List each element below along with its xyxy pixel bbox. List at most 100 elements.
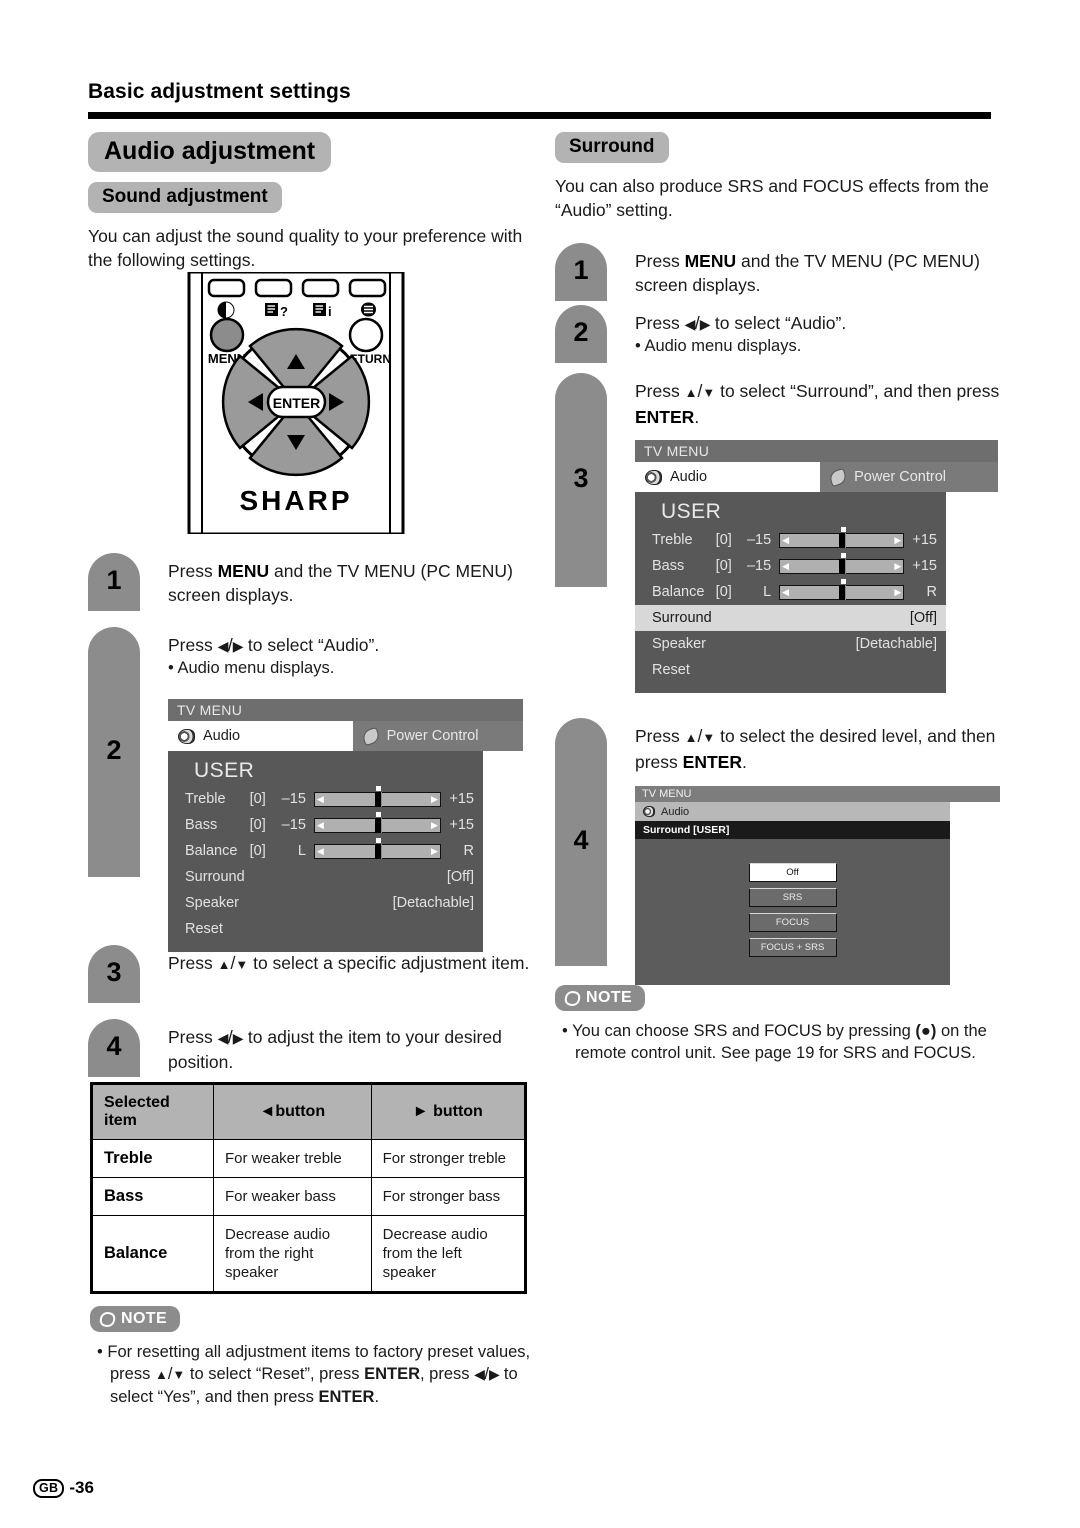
osd-row-bass-max: +15 (449, 817, 474, 833)
left-note: NOTE • For resetting all adjustment item… (90, 1306, 545, 1408)
osd2-options: Off SRS FOCUS FOCUS + SRS (635, 839, 950, 985)
osd-row-surround[interactable]: Surround [Off] (168, 864, 483, 890)
osd-row-treble[interactable]: Treble [0] –15 ◀ ▶ +15 (635, 526, 946, 553)
slider-knob[interactable] (839, 532, 847, 548)
osd-row-speaker[interactable]: Speaker [Detachable] (168, 890, 483, 916)
osd-row-bass-label: Bass (185, 817, 218, 833)
osd-tab-audio-label: Audio (670, 469, 708, 485)
slider-knob[interactable] (839, 584, 847, 600)
sharp-logo: SHARP (239, 485, 352, 516)
osd-row-bass[interactable]: Bass [0] –15 ◀ ▶ +15 (168, 811, 483, 838)
page-title: Basic adjustment settings (88, 80, 351, 103)
right-step-2-bullet: • Audio menu displays. (635, 337, 802, 355)
td-bass-right: For stronger bass (370, 1177, 527, 1216)
osd-slider-bass[interactable]: ◀ ▶ (313, 811, 441, 833)
manual-page: Basic adjustment settings Audio adjustme… (0, 0, 1080, 1528)
osd-row-speaker[interactable]: Speaker [Detachable] (635, 631, 946, 657)
note-badge: NOTE (555, 985, 646, 1011)
osd-tab-power-control[interactable]: Power Control (820, 462, 998, 492)
osd-row-surround-selected[interactable]: Surround [Off] (635, 605, 946, 631)
slider-knob[interactable] (374, 843, 382, 859)
osd-tab-power-label: Power Control (386, 728, 479, 744)
speaker-icon (645, 469, 662, 485)
osd-row-bass-min: –15 (746, 558, 772, 574)
osd-tab-bar: Audio Power Control (168, 721, 523, 751)
slider-left-arrow-icon: ◀ (782, 586, 790, 597)
surround-option-srs[interactable]: SRS (748, 888, 837, 907)
osd-row-surround-value: [Off] (909, 610, 937, 626)
left-column: Audio adjustment Sound adjustment You ca… (88, 132, 528, 272)
osd-row-treble-label: Treble (652, 532, 693, 548)
left-steps-1-2: 1 Press MENU and the TV MENU (PC MENU) s… (88, 553, 538, 952)
osd-row-balance-min: L (297, 843, 306, 859)
osd2-tab-audio-label: Audio (661, 805, 690, 818)
th-right-button: ► button (370, 1083, 527, 1140)
osd-tab-audio[interactable]: Audio (168, 721, 353, 751)
surround-option-focus-srs[interactable]: FOCUS + SRS (748, 938, 837, 957)
osd-row-speaker-label: Speaker (185, 895, 240, 911)
osd-row-speaker-label: Speaker (652, 636, 707, 652)
td-treble-left: For weaker treble (213, 1139, 372, 1178)
slider-tick (840, 578, 846, 584)
osd-row-balance-max: R (463, 843, 474, 859)
osd-tab-audio[interactable]: Audio (635, 462, 821, 492)
slider-tick (376, 811, 382, 817)
page-footer: GB -36 (33, 1478, 94, 1498)
right-step-3-text: Press ▲/▼ to select “Surround”, and then… (635, 381, 1000, 427)
subsection-heading-surround: Surround (555, 132, 669, 163)
subsection-heading-sound-adjustment: Sound adjustment (88, 182, 282, 213)
sound-adjustment-intro: You can adjust the sound quality to your… (88, 226, 523, 270)
right-step-1-text: Press MENU and the TV MENU (PC MENU) scr… (635, 251, 980, 295)
remote-control-illustration: ? i MENU RETURN ENTER SHARP (180, 270, 412, 536)
osd-row-reset[interactable]: Reset (635, 657, 946, 683)
osd-row-balance[interactable]: Balance [0] L ◀ ▶ R (635, 578, 946, 605)
slider-knob[interactable] (839, 558, 847, 574)
surround-option-off[interactable]: Off (748, 863, 837, 882)
osd-row-bass[interactable]: Bass [0] –15 ◀ ▶ +15 (635, 552, 946, 579)
osd-tv-menu-right: TV MENU Audio Power Control USER Treble … (635, 440, 998, 693)
osd2-title: TV MENU (635, 786, 1000, 802)
osd-row-reset[interactable]: Reset (168, 916, 483, 942)
step-2-badge: 2 (88, 627, 140, 877)
left-steps-3-4: 3 Press ▲/▼ to select a specific adjustm… (88, 945, 538, 1085)
table-row: Bass For weaker bass For stronger bass (91, 1177, 527, 1216)
osd-tab-audio-label: Audio (203, 728, 241, 744)
slider-right-arrow-icon: ▶ (430, 793, 438, 804)
osd2-tab-audio[interactable]: Audio (635, 802, 950, 821)
osd-row-surround-value: [Off] (446, 869, 474, 885)
header-rule (88, 112, 991, 119)
slider-right-arrow-icon: ▶ (430, 819, 438, 830)
slider-right-arrow-icon: ▶ (430, 845, 438, 856)
osd-row-reset-label: Reset (652, 662, 690, 678)
osd-body: USER Treble [0] –15 ◀ ▶ +15 Bass [0] –15… (168, 751, 483, 952)
osd-slider-bass[interactable]: ◀ ▶ (779, 552, 905, 574)
osd-slider-treble[interactable]: ◀ ▶ (779, 526, 905, 548)
right-note: NOTE • You can choose SRS and FOCUS by p… (555, 985, 1000, 1064)
osd-slider-treble[interactable]: ◀ ▶ (313, 785, 441, 807)
osd-preset-name: USER (194, 759, 255, 782)
osd-row-bass-label: Bass (652, 558, 685, 574)
osd-row-treble[interactable]: Treble [0] –15 ◀ ▶ +15 (168, 785, 483, 812)
osd-row-treble-max: +15 (912, 532, 937, 548)
right-step-2: 2 Press ◀/▶ to select “Audio”. • Audio m… (555, 305, 1000, 363)
osd-tab-power-control[interactable]: Power Control (352, 721, 523, 751)
slider-knob[interactable] (374, 791, 382, 807)
osd-row-balance[interactable]: Balance [0] L ◀ ▶ R (168, 837, 483, 864)
slider-knob[interactable] (374, 817, 382, 833)
osd-slider-balance[interactable]: ◀ ▶ (313, 837, 441, 859)
osd-title: TV MENU (635, 440, 998, 462)
page-number: -36 (69, 1478, 94, 1497)
speaker-icon (178, 728, 195, 744)
note-badge-label: NOTE (586, 989, 633, 1006)
osd-row-balance-min: L (763, 584, 772, 600)
adjustment-table-wrap: Selected item ◄button ► button Treble Fo… (90, 1082, 527, 1294)
right-step-3-badge: 3 (555, 373, 607, 587)
osd-tab-bar: Audio Power Control (635, 462, 998, 492)
right-step-4-text: Press ▲/▼ to select the desired level, a… (635, 726, 996, 772)
osd2-subtitle: Surround [USER] (635, 821, 950, 839)
right-step-3: 3 Press ▲/▼ to select “Surround”, and th… (555, 373, 1000, 587)
surround-option-focus[interactable]: FOCUS (748, 913, 837, 932)
osd-row-balance-value: [0] (249, 843, 266, 859)
osd-slider-balance[interactable]: ◀ ▶ (779, 578, 905, 600)
osd-row-treble-max: +15 (449, 791, 474, 807)
